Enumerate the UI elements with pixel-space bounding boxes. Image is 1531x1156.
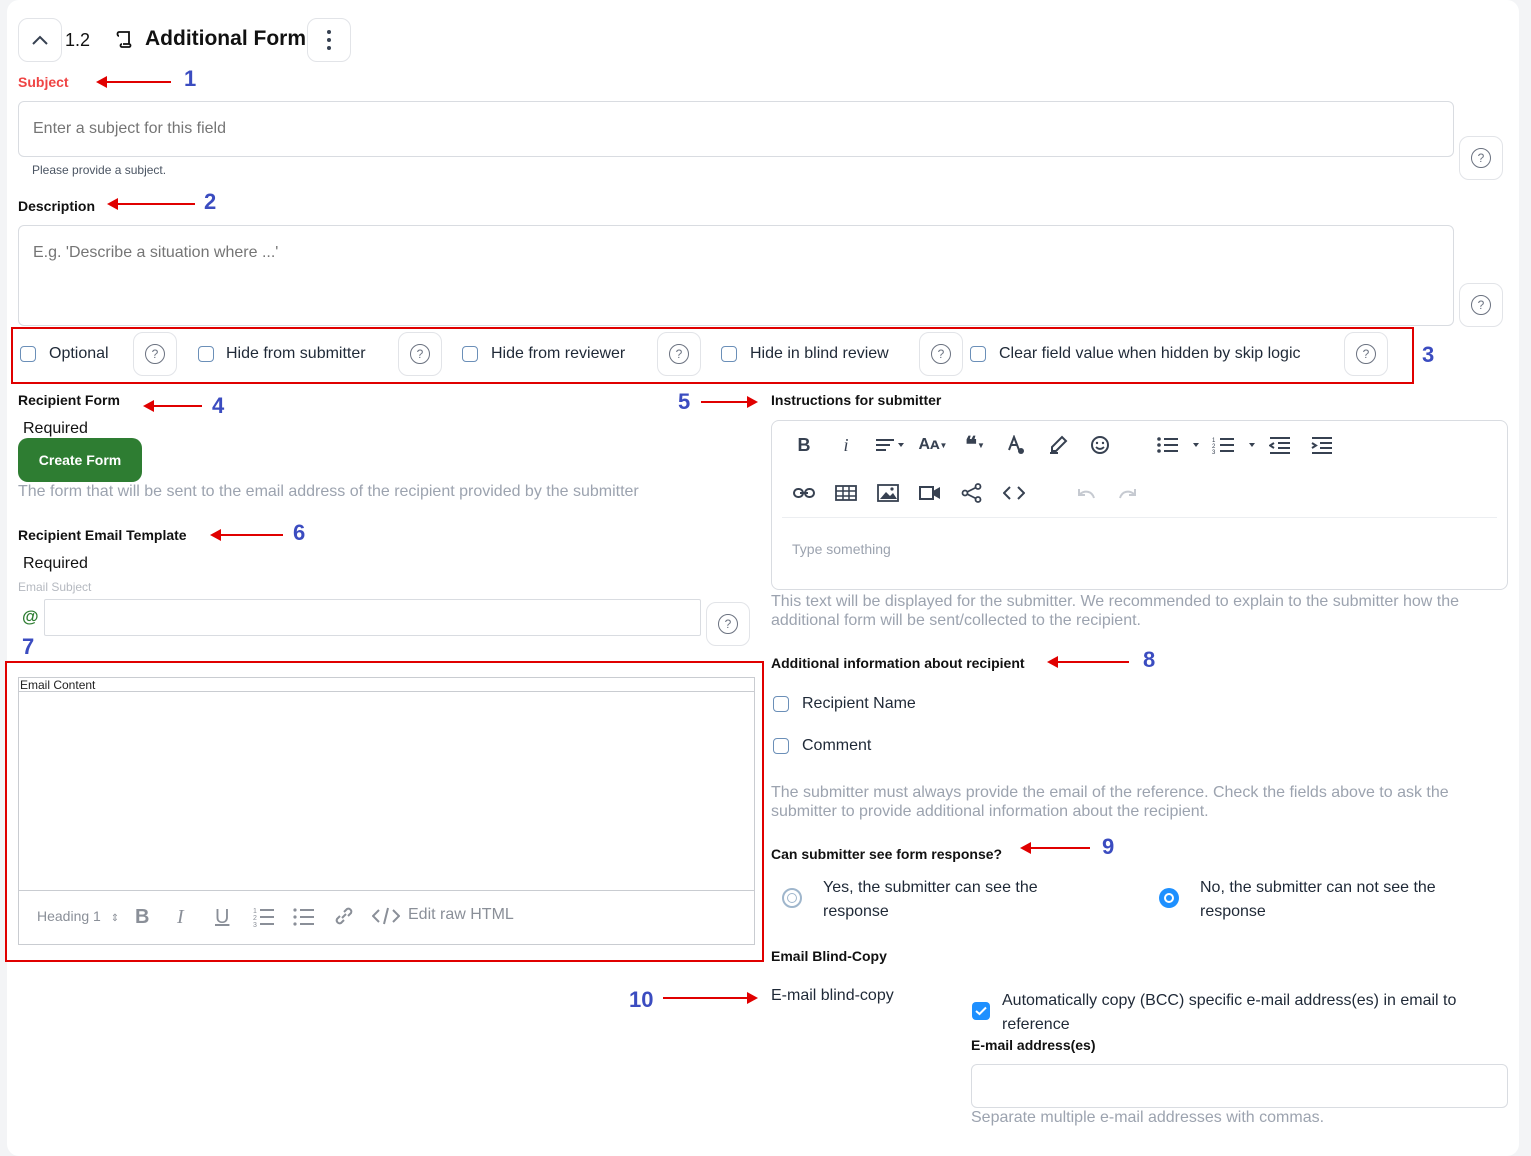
email-subject-help-button[interactable]: ?	[706, 602, 750, 646]
subject-error: Please provide a subject.	[32, 163, 167, 177]
help-icon: ?	[1471, 295, 1491, 315]
page-title: Additional Form	[145, 27, 306, 50]
share-icon[interactable]	[958, 479, 986, 507]
recipient-form-hint: The form that will be sent to the email …	[18, 483, 639, 500]
recipient-form-label: Recipient Form	[18, 392, 120, 408]
italic-icon[interactable]: i	[832, 431, 860, 459]
quote-icon[interactable]: ❝ ▼	[958, 431, 992, 459]
indent-icon[interactable]	[1308, 431, 1336, 459]
chevron-up-icon	[32, 35, 48, 45]
annotation-number-5: 5	[678, 389, 691, 414]
subject-label: Subject	[18, 74, 69, 90]
align-icon[interactable]	[874, 431, 908, 459]
table-icon[interactable]	[832, 479, 860, 507]
form-icon	[114, 28, 136, 55]
description-help-button[interactable]: ?	[1459, 283, 1503, 327]
email-template-label: Recipient Email Template	[18, 527, 187, 543]
yes-radio[interactable]	[782, 888, 802, 908]
annotation-number-6: 6	[293, 520, 306, 545]
annotation-number-9: 9	[1102, 834, 1115, 859]
annotation-number-2: 2	[204, 189, 217, 214]
description-input[interactable]	[18, 225, 1454, 326]
annotation-arrow-5	[701, 396, 758, 408]
recipient-form-required: Required	[23, 420, 88, 437]
video-icon[interactable]	[916, 479, 944, 507]
outdent-icon[interactable]	[1266, 431, 1294, 459]
email-subject-label: Email Subject	[18, 580, 92, 594]
toolbar-divider	[782, 517, 1497, 518]
description-label: Description	[18, 198, 96, 214]
annotation-number-10: 10	[629, 987, 654, 1012]
emoji-icon[interactable]	[1086, 431, 1114, 459]
bcc-section-label: Email Blind-Copy	[771, 948, 887, 964]
section-number: 1.2	[65, 30, 91, 50]
check-icon	[975, 1006, 987, 1016]
instructions-hint: This text will be displayed for the subm…	[771, 593, 1460, 629]
annotation-number-7: 7	[22, 634, 35, 659]
annotation-arrow-10	[663, 992, 758, 1004]
source-code-icon[interactable]	[1000, 479, 1028, 507]
recipient-name-label: Recipient Name	[802, 695, 916, 712]
annotation-number-8: 8	[1143, 647, 1156, 672]
no-radio-label: No, the submitter can not see the respon…	[1200, 879, 1436, 920]
collapse-button[interactable]	[18, 18, 62, 62]
annotation-arrow-8	[1047, 656, 1129, 668]
annotation-arrow-1	[96, 76, 171, 88]
undo-icon[interactable]	[1072, 479, 1100, 507]
email-subject-input[interactable]	[44, 599, 701, 636]
instructions-label: Instructions for submitter	[771, 392, 942, 408]
instructions-input[interactable]: Type something	[792, 541, 891, 557]
more-options-button[interactable]	[307, 18, 351, 62]
comment-label: Comment	[802, 737, 872, 754]
email-addresses-hint: Separate multiple e-mail addresses with …	[971, 1109, 1325, 1126]
bold-icon[interactable]: B	[790, 431, 818, 459]
annotation-box-options	[11, 327, 1414, 384]
annotation-arrow-2	[107, 198, 195, 210]
font-size-icon[interactable]: Aᴀ ▼	[916, 431, 950, 459]
response-visibility-label: Can submitter see form response?	[771, 846, 1003, 862]
email-template-required: Required	[23, 555, 88, 572]
additional-info-hint: The submitter must always provide the em…	[771, 784, 1449, 820]
subject-input[interactable]	[18, 101, 1454, 157]
comment-checkbox[interactable]	[773, 738, 789, 754]
annotation-arrow-9	[1020, 842, 1090, 854]
yes-radio-label: Yes, the submitter can see the response	[823, 879, 1038, 920]
subject-help-button[interactable]: ?	[1459, 136, 1503, 180]
numbered-list-icon[interactable]: 123	[1212, 431, 1256, 459]
at-symbol: @	[22, 607, 39, 626]
bcc-checkbox[interactable]	[972, 1002, 990, 1020]
annotation-box-email-content	[5, 661, 764, 962]
annotation-number-4: 4	[212, 393, 225, 418]
link-icon[interactable]	[790, 479, 818, 507]
highlighter-icon[interactable]	[1044, 431, 1072, 459]
image-icon[interactable]	[874, 479, 902, 507]
bullet-list-icon[interactable]	[1156, 431, 1200, 459]
bcc-checkbox-label: Automatically copy (BCC) specific e-mail…	[1002, 992, 1457, 1033]
recipient-name-checkbox[interactable]	[773, 696, 789, 712]
help-icon: ?	[718, 614, 738, 634]
annotation-number-1: 1	[184, 66, 197, 91]
annotation-arrow-6	[210, 529, 283, 541]
email-addresses-input[interactable]	[971, 1064, 1508, 1108]
annotation-number-3: 3	[1422, 342, 1435, 367]
additional-info-label: Additional information about recipient	[771, 655, 1025, 671]
svg-text:3: 3	[1212, 450, 1216, 454]
redo-icon[interactable]	[1114, 479, 1142, 507]
no-radio[interactable]	[1159, 888, 1179, 908]
annotation-arrow-4	[143, 400, 202, 412]
kebab-menu-icon	[327, 30, 331, 50]
email-addresses-label: E-mail address(es)	[971, 1037, 1096, 1053]
text-color-icon[interactable]	[1002, 431, 1030, 459]
bcc-row-label: E-mail blind-copy	[771, 987, 894, 1004]
help-icon: ?	[1471, 148, 1491, 168]
create-form-button[interactable]: Create Form	[18, 438, 142, 482]
